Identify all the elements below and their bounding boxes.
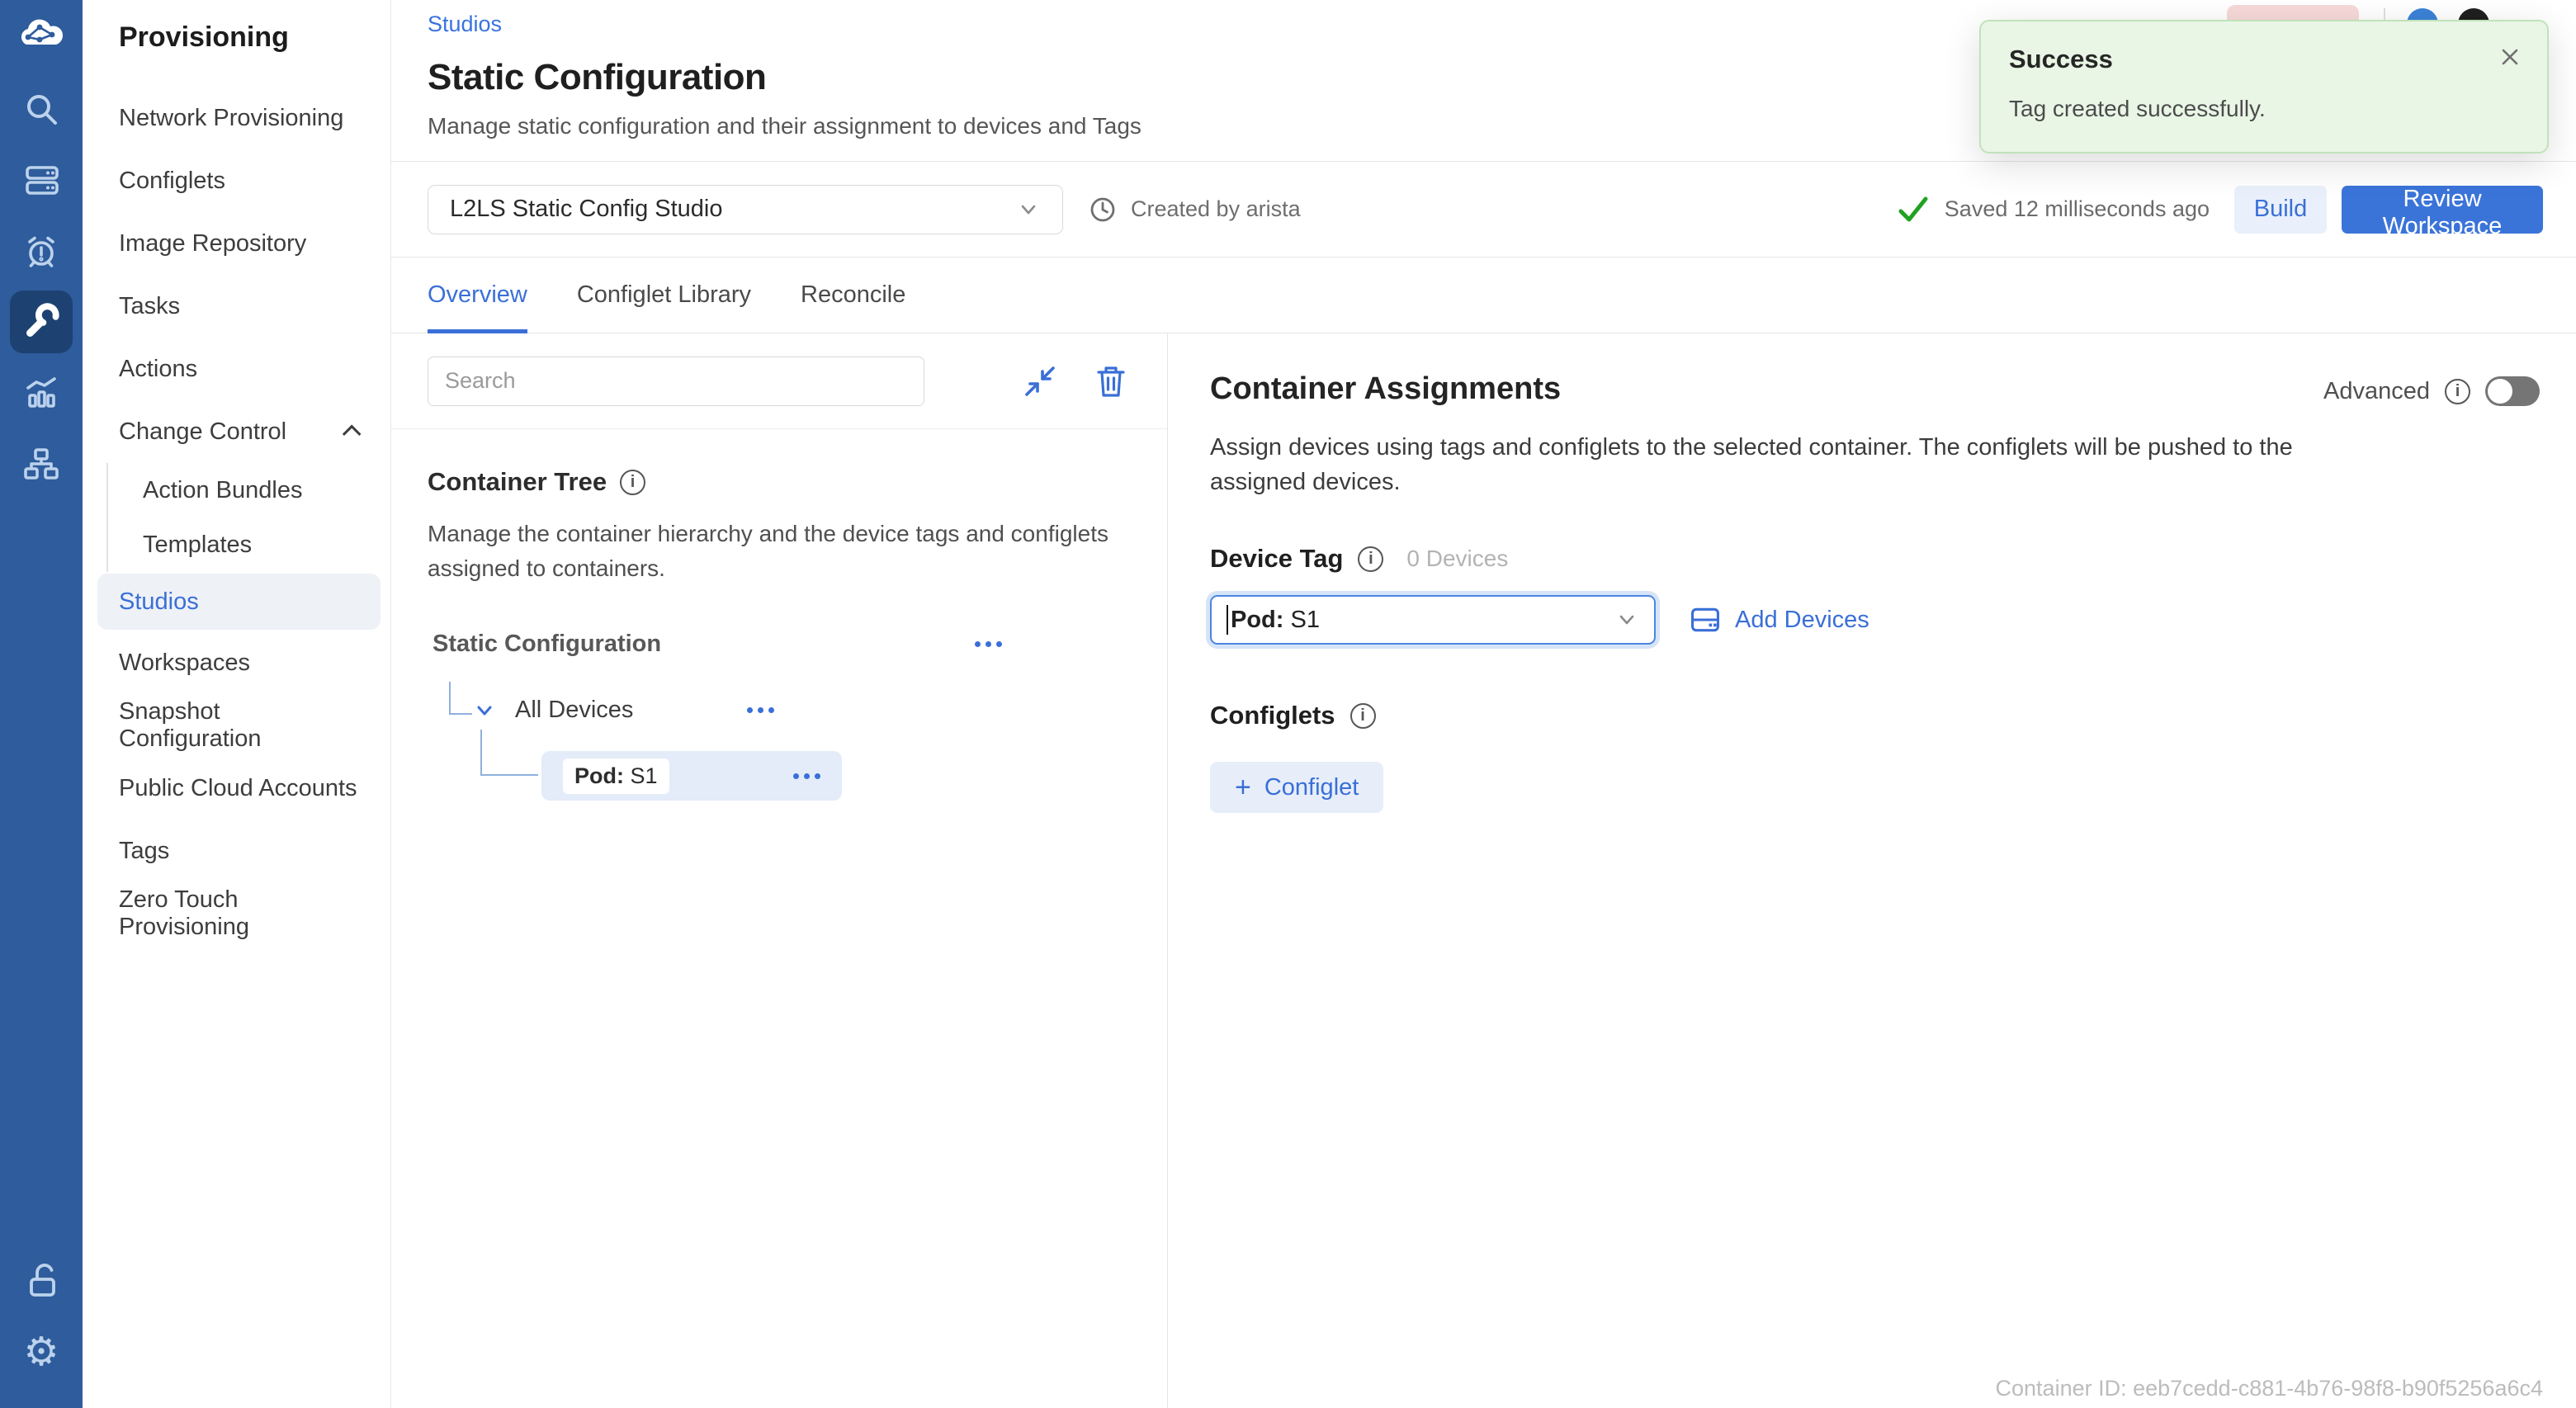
advanced-toggle[interactable] — [2485, 376, 2540, 406]
add-devices-button[interactable]: Add Devices — [1689, 603, 1869, 636]
info-icon[interactable]: i — [1350, 703, 1376, 729]
collapse-icon[interactable] — [1022, 363, 1058, 399]
review-workspace-button[interactable]: Review Workspace — [2342, 186, 2543, 234]
check-icon — [1897, 196, 1930, 224]
tree-body: Container Tree i Manage the container hi… — [391, 429, 1167, 1408]
chevron-down-icon[interactable] — [472, 698, 497, 723]
tab-overview[interactable]: Overview — [428, 258, 527, 333]
topology-icon[interactable] — [10, 432, 73, 495]
toast-message: Tag created successfully. — [2009, 96, 2519, 122]
clock-icon — [1088, 195, 1118, 224]
app-window: ⚙ Provisioning Network Provisioning Conf… — [0, 0, 2576, 1408]
close-icon[interactable] — [2498, 45, 2522, 69]
chevron-up-icon — [343, 425, 362, 444]
sidebar-item-workspaces[interactable]: Workspaces — [83, 631, 390, 694]
sidebar-item-actions[interactable]: Actions — [83, 338, 390, 400]
device-tag-label: Device Tag — [1210, 544, 1343, 574]
tree-connector — [449, 682, 472, 715]
text-cursor — [1227, 605, 1228, 635]
sidebar-item-configlets[interactable]: Configlets — [83, 149, 390, 212]
tree-connector — [480, 730, 538, 776]
sidebar-item-snapshot-configuration[interactable]: Snapshot Configuration — [83, 694, 390, 757]
container-assignments-panel: Container Assignments Advanced i Assign … — [1168, 333, 2576, 1408]
more-options-icon[interactable] — [975, 641, 1002, 647]
sidebar-item-public-cloud-accounts[interactable]: Public Cloud Accounts — [83, 757, 390, 820]
sidebar-item-tags[interactable]: Tags — [83, 820, 390, 882]
studio-select-value: L2LS Static Config Studio — [450, 196, 722, 223]
sidebar-item-zero-touch-provisioning[interactable]: Zero Touch Provisioning — [83, 882, 390, 945]
trash-icon[interactable] — [1093, 363, 1129, 399]
advanced-label: Advanced — [2323, 378, 2430, 405]
tree-toolbar — [391, 333, 1167, 429]
save-status: Saved 12 milliseconds ago — [1897, 196, 2210, 224]
device-add-icon — [1689, 603, 1722, 636]
dashboards-icon[interactable] — [10, 361, 73, 424]
container-id: Container ID: eeb7cedd-c881-4b76-98f8-b9… — [1996, 1376, 2543, 1401]
configlets-label: Configlets — [1210, 701, 1335, 730]
sidebar-item-action-bundles[interactable]: Action Bundles — [108, 463, 390, 517]
container-tree-title: Container Tree — [428, 467, 607, 497]
sidebar-item-change-control[interactable]: Change Control — [83, 400, 390, 463]
tree-node-root[interactable]: Static Configuration — [432, 631, 1002, 658]
search-icon[interactable] — [10, 78, 73, 140]
container-tree-description: Manage the container hierarchy and the d… — [428, 517, 1121, 586]
plus-icon: + — [1235, 773, 1251, 801]
tab-bar: Overview Configlet Library Reconcile — [391, 258, 2576, 333]
container-tree: Static Configuration All Devices Pod: S1 — [428, 631, 1131, 862]
sidebar-item-network-provisioning[interactable]: Network Provisioning — [83, 87, 390, 149]
info-icon[interactable]: i — [620, 470, 645, 495]
sidebar-item-studios[interactable]: Studios — [97, 574, 380, 630]
created-by: Created by arista — [1088, 195, 1301, 224]
more-options-icon[interactable] — [747, 707, 774, 713]
tree-node-all-devices[interactable]: All Devices — [472, 697, 774, 724]
device-tag-input[interactable]: Pod: S1 — [1210, 595, 1656, 645]
tree-node-pod-s1[interactable]: Pod: S1 — [541, 751, 842, 801]
success-toast: Success Tag created successfully. — [1979, 20, 2549, 154]
search-input[interactable] — [428, 357, 924, 406]
device-count: 0 Devices — [1406, 546, 1508, 572]
studio-select[interactable]: L2LS Static Config Studio — [428, 185, 1063, 234]
build-button[interactable]: Build — [2234, 186, 2327, 234]
info-icon[interactable]: i — [1358, 546, 1383, 572]
sidebar-item-image-repository[interactable]: Image Repository — [83, 212, 390, 275]
add-configlet-button[interactable]: + Configlet — [1210, 762, 1383, 813]
lock-open-icon[interactable] — [10, 1250, 73, 1312]
assignments-description: Assign devices using tags and configlets… — [1210, 430, 2324, 499]
tag-chip: Pod: S1 — [563, 758, 669, 794]
studio-bar: L2LS Static Config Studio Created by ari… — [391, 162, 2576, 258]
change-control-submenu: Action Bundles Templates — [106, 463, 390, 572]
sidebar-item-tasks[interactable]: Tasks — [83, 275, 390, 338]
breadcrumb-studios[interactable]: Studios — [428, 12, 502, 37]
settings-gear-icon[interactable]: ⚙ — [10, 1321, 73, 1383]
icon-rail: ⚙ — [0, 0, 83, 1408]
sidebar: Provisioning Network Provisioning Config… — [83, 0, 391, 1408]
container-tree-panel: Container Tree i Manage the container hi… — [391, 333, 1168, 1408]
chevron-down-icon — [1016, 197, 1041, 222]
provisioning-wrench-icon[interactable] — [10, 291, 73, 353]
chevron-down-icon[interactable] — [1614, 607, 1639, 632]
cloudvision-logo-icon — [15, 15, 68, 53]
content-area: Container Tree i Manage the container hi… — [391, 333, 2576, 1408]
toast-title: Success — [2009, 45, 2519, 74]
devices-icon[interactable] — [10, 149, 73, 211]
advanced-control: Advanced i — [2323, 376, 2540, 406]
sidebar-title: Provisioning — [83, 21, 390, 54]
tab-reconcile[interactable]: Reconcile — [801, 258, 905, 333]
main-content: Studios Static Configuration Manage stat… — [391, 0, 2576, 1408]
events-icon[interactable] — [10, 220, 73, 282]
info-icon[interactable]: i — [2445, 379, 2470, 404]
sidebar-item-templates[interactable]: Templates — [108, 517, 390, 572]
more-options-icon[interactable] — [793, 773, 820, 779]
tab-configlet-library[interactable]: Configlet Library — [577, 258, 751, 333]
